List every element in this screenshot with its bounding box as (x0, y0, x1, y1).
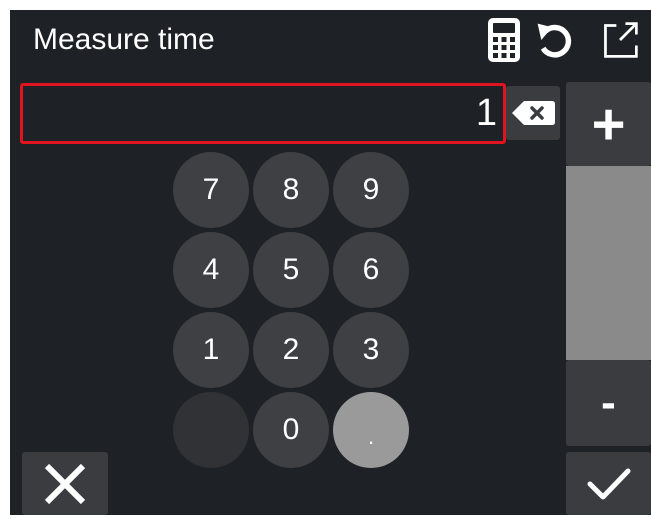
keypad-key-5[interactable]: 5 (253, 232, 329, 308)
keypad-key-1[interactable]: 1 (173, 312, 249, 388)
reset-icon[interactable] (534, 16, 574, 64)
calculator-icon[interactable] (484, 16, 524, 64)
backspace-icon (512, 101, 555, 125)
cancel-button[interactable] (22, 452, 108, 515)
value-input[interactable]: 1 (20, 83, 506, 144)
keypad-key-blank (173, 392, 249, 468)
keypad-key-decimal[interactable]: . (333, 392, 409, 468)
close-icon (44, 463, 86, 504)
popout-icon[interactable] (600, 16, 640, 64)
measure-time-dialog: Measure time 1 7 8 9 4 5 6 1 2 3 0 . + - (0, 0, 651, 519)
frame-border-top (0, 0, 651, 10)
value-slider-track[interactable] (566, 166, 651, 360)
keypad-key-2[interactable]: 2 (253, 312, 329, 388)
confirm-button[interactable] (566, 452, 651, 515)
increment-button[interactable]: + (566, 82, 651, 166)
keypad-key-0[interactable]: 0 (253, 392, 329, 468)
keypad-key-7[interactable]: 7 (173, 152, 249, 228)
keypad-key-3[interactable]: 3 (333, 312, 409, 388)
keypad-key-4[interactable]: 4 (173, 232, 249, 308)
keypad-key-8[interactable]: 8 (253, 152, 329, 228)
checkmark-icon (587, 468, 630, 499)
keypad-key-9[interactable]: 9 (333, 152, 409, 228)
frame-border-left (0, 0, 10, 519)
backspace-button[interactable] (506, 86, 560, 140)
keypad-key-6[interactable]: 6 (333, 232, 409, 308)
frame-border-bottom (0, 515, 651, 519)
decrement-button[interactable]: - (566, 360, 651, 446)
dialog-title: Measure time (33, 23, 215, 56)
value-text: 1 (475, 92, 497, 134)
